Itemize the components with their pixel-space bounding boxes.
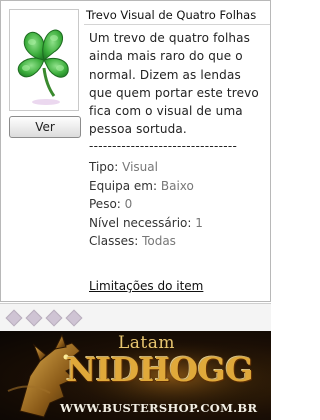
property-equip-slot: Equipa em: Baixo	[89, 177, 264, 196]
property-value: Baixo	[160, 178, 194, 193]
description-line: Um trevo de quatro folhas	[89, 31, 251, 45]
item-tooltip-window: Ver Trevo Visual de Quatro Folhas Um tre…	[0, 0, 271, 302]
item-title: Trevo Visual de Quatro Folhas	[84, 6, 270, 25]
property-value: 0	[124, 197, 133, 211]
item-properties: Tipo: Visual Equipa em: Baixo Peso: 0 Ní…	[89, 158, 264, 251]
item-image-box	[9, 9, 79, 111]
property-weight: Peso: 0	[89, 195, 264, 214]
property-value: Todas	[142, 234, 176, 248]
property-type: Tipo: Visual	[89, 158, 264, 177]
tab-diamond-icon[interactable]	[45, 309, 63, 327]
property-value: Visual	[122, 160, 158, 174]
property-label: Tipo:	[89, 160, 119, 174]
description-line: ainda mais raro do que o	[89, 49, 243, 64]
property-label: Nível necessário:	[89, 215, 192, 230]
property-value: 1	[195, 215, 203, 230]
description-line: fica com o visual de uma	[89, 104, 243, 119]
view-button[interactable]: Ver	[9, 116, 81, 138]
tab-diamond-icon[interactable]	[25, 309, 43, 327]
banner-url: WWW.BUSTERSHOP.COM.BR	[60, 401, 258, 415]
property-label: Equipa em:	[89, 178, 158, 193]
tab-diamond-icon[interactable]	[5, 309, 23, 327]
description-line: normal. Dizem as lendas	[89, 67, 241, 82]
description-line: que quem portar este trevo	[89, 85, 259, 100]
item-description: Um trevo de quatro folhas ainda mais rar…	[89, 29, 264, 139]
four-leaf-clover-icon	[17, 29, 69, 105]
property-label: Classes:	[89, 234, 139, 248]
advert-banner[interactable]: Latam NIDHOGG WWW.BUSTERSHOP.COM.BR	[0, 331, 271, 420]
property-label: Peso:	[89, 197, 121, 211]
property-classes: Classes: Todas	[89, 232, 264, 251]
item-limits-link[interactable]: Limitações do item	[89, 279, 203, 293]
property-required-level: Nível necessário: 1	[89, 214, 264, 233]
separator-line: --------------------------------	[89, 139, 238, 153]
banner-title: NIDHOGG	[66, 350, 254, 389]
description-line: pessoa sortuda.	[89, 122, 187, 137]
tab-diamond-icon[interactable]	[65, 309, 83, 327]
tab-strip	[0, 303, 271, 332]
